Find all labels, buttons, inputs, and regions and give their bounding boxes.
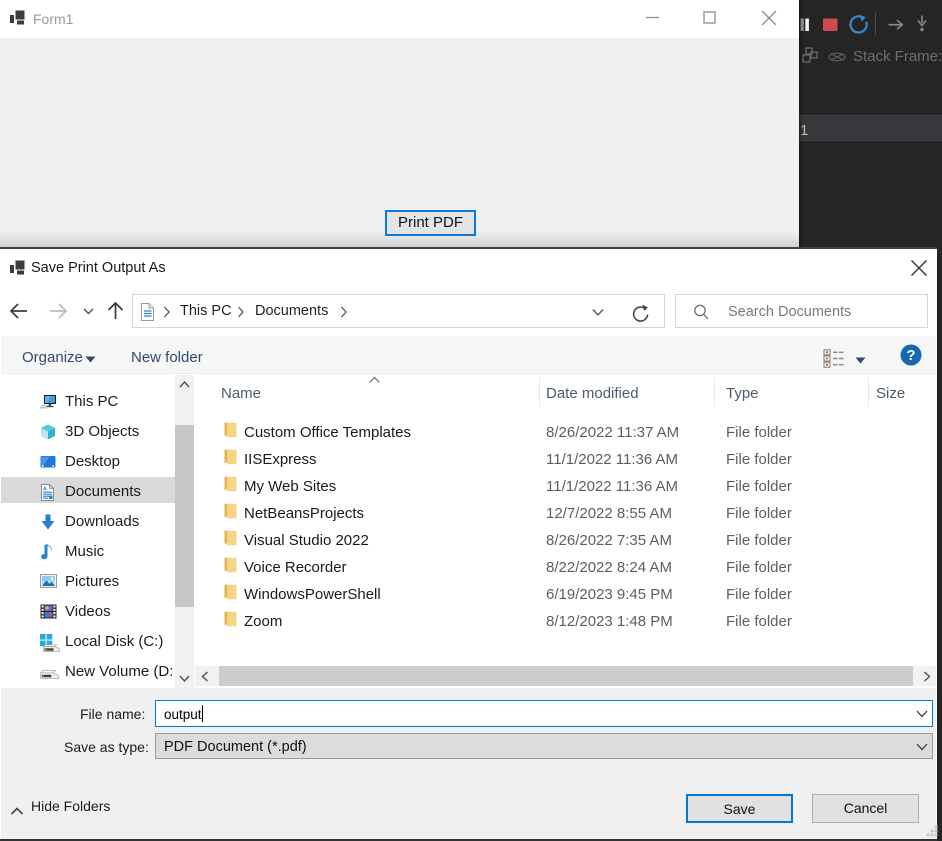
svg-text:?: ? <box>906 347 915 364</box>
